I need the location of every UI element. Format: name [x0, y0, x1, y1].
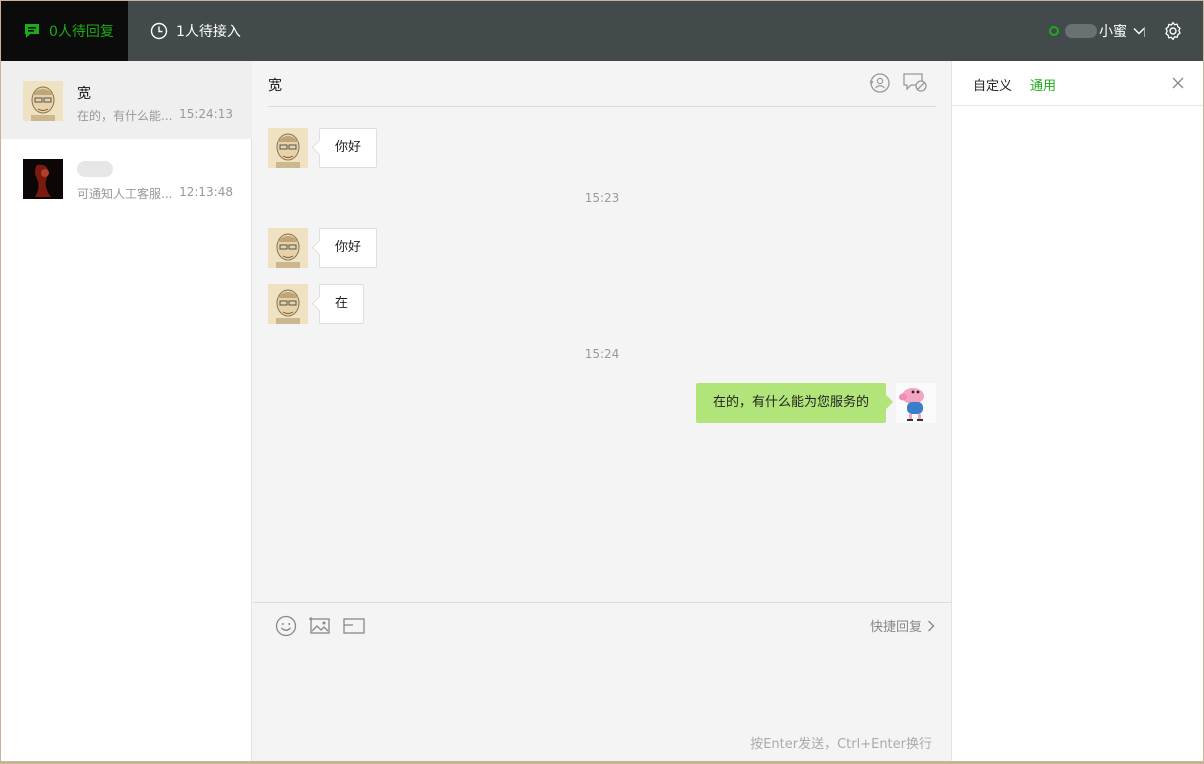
incoming-message: 你好: [268, 128, 378, 168]
tab-waiting-access[interactable]: 1人待接入: [128, 1, 241, 61]
message-bubble: 在的，有什么能为您服务的: [695, 383, 886, 423]
image-icon[interactable]: [308, 614, 332, 638]
tab-pending-reply-label: 0人待回复: [49, 24, 114, 40]
message-timestamp: 15:24: [584, 347, 620, 361]
message-composer: 快捷回复 按Enter发送，Ctrl+Enter换行: [253, 602, 951, 761]
avatar: [23, 159, 63, 199]
app-window: 0人待回复 1人待接入 小蜜 宽 在的，有什么能... 15:24:13 可通知…: [1, 1, 1203, 761]
incoming-message: 在: [268, 284, 365, 324]
user-menu[interactable]: 小蜜: [1049, 1, 1145, 61]
chat-bubble-icon: [22, 21, 42, 41]
gear-icon[interactable]: [1163, 21, 1183, 41]
chat-panel: 宽 你好 15:23 你好 在 15:24 在的，有什么能为您服务的 快捷回复 …: [253, 61, 951, 761]
quick-reply-button[interactable]: 快捷回复: [870, 616, 935, 635]
quick-reply-label: 快捷回复: [869, 620, 922, 635]
tab-pending-reply[interactable]: 0人待回复: [1, 1, 128, 61]
tab-custom[interactable]: 自定义: [973, 75, 1012, 94]
tab-general[interactable]: 通用: [1030, 75, 1056, 94]
conversation-time: 15:24:13: [179, 107, 233, 121]
message-input[interactable]: [268, 647, 936, 727]
avatar: [268, 284, 308, 324]
conversation-preview: 在的，有什么能...: [77, 109, 173, 123]
incoming-message: 你好: [268, 228, 378, 268]
transfer-user-icon[interactable]: [868, 72, 892, 94]
avatar: [23, 81, 63, 121]
chevron-right-icon: [928, 620, 935, 631]
tab-waiting-access-label: 1人待接入: [176, 24, 241, 40]
chat-title: 宽: [268, 78, 282, 94]
redacted-name: [77, 161, 113, 177]
avatar: [268, 128, 308, 168]
conversation-list: 宽 在的，有什么能... 15:24:13 可通知人工客服... 12:13:4…: [1, 61, 252, 761]
conversation-item[interactable]: 宽 在的，有什么能... 15:24:13: [1, 61, 252, 139]
user-name: 小蜜: [1099, 24, 1127, 40]
avatar: [268, 228, 308, 268]
conversation-time: 12:13:48: [179, 185, 233, 199]
message-timestamp: 15:23: [584, 191, 620, 205]
conversation-item[interactable]: 可通知人工客服... 12:13:48: [1, 139, 252, 217]
top-bar: 0人待回复 1人待接入 小蜜: [1, 1, 1203, 61]
card-icon[interactable]: [342, 614, 366, 638]
redacted-name: [1065, 24, 1097, 38]
emoji-icon[interactable]: [274, 614, 298, 638]
clock-icon: [149, 21, 169, 41]
conversation-name: 宽: [77, 86, 91, 102]
chat-header: 宽: [268, 61, 936, 107]
divider: [1144, 27, 1145, 37]
side-panel-header: 自定义 通用: [952, 61, 1203, 106]
close-icon[interactable]: [1172, 77, 1184, 89]
conversation-preview: 可通知人工客服...: [77, 187, 173, 201]
conversation-name: [77, 161, 113, 177]
message-bubble: 你好: [319, 128, 378, 168]
message-bubble: 你好: [319, 228, 378, 268]
avatar: [896, 383, 936, 423]
message-bubble: 在: [319, 284, 365, 324]
side-panel: 自定义 通用: [951, 61, 1203, 761]
online-status-indicator: [1049, 26, 1059, 36]
block-chat-icon[interactable]: [902, 72, 927, 94]
send-hint: 按Enter发送，Ctrl+Enter换行: [750, 737, 932, 752]
outgoing-message: 在的，有什么能为您服务的: [695, 383, 936, 423]
